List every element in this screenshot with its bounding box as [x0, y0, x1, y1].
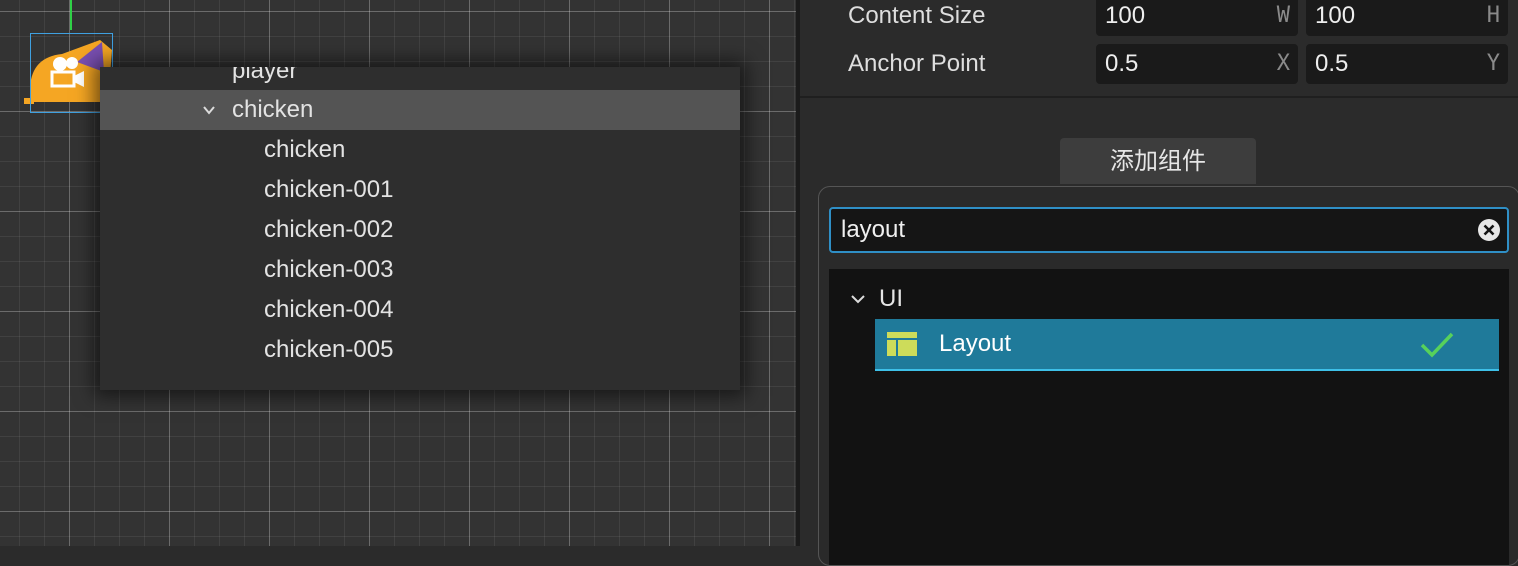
- field-suffix: W: [1276, 3, 1290, 28]
- menu-item-label: chicken-002: [264, 216, 394, 243]
- menu-item-chicken-003[interactable]: chicken-003: [100, 250, 740, 290]
- menu-item-chicken-group[interactable]: chicken: [100, 90, 740, 130]
- anchor-point-y-field[interactable]: 0.5 Y: [1306, 44, 1508, 84]
- field-value: 100: [1105, 2, 1146, 29]
- field-value: 100: [1315, 2, 1356, 29]
- field-suffix: Y: [1486, 51, 1500, 76]
- content-size-width-field[interactable]: 100 W: [1096, 0, 1298, 36]
- component-search-box[interactable]: [829, 207, 1509, 253]
- menu-item-label: chicken-005: [264, 336, 394, 363]
- chevron-down-icon[interactable]: [203, 104, 215, 116]
- anchor-point-label: Anchor Point: [848, 50, 986, 77]
- menu-item-label: chicken-001: [264, 176, 394, 203]
- add-component-button[interactable]: 添加组件: [1060, 138, 1256, 184]
- y-axis-gizmo[interactable]: [70, 0, 72, 30]
- clear-icon[interactable]: [1477, 218, 1501, 242]
- menu-item-chicken-005[interactable]: chicken-005: [100, 330, 740, 370]
- component-item-layout[interactable]: Layout: [875, 319, 1499, 371]
- chevron-down-icon[interactable]: [851, 293, 865, 305]
- layout-icon: [887, 332, 917, 356]
- field-suffix: X: [1276, 51, 1290, 76]
- scene-viewport[interactable]: player chicken chicken chicken-001 chick…: [0, 0, 796, 546]
- add-component-popup: UI Layout: [818, 186, 1518, 566]
- menu-item-chicken-004[interactable]: chicken-004: [100, 290, 740, 330]
- inspector-panel: Content Size 100 W 100 H Anchor Point 0.…: [800, 0, 1518, 566]
- checkmark-icon: [1420, 332, 1454, 358]
- section-divider: [800, 96, 1518, 98]
- menu-item-chicken[interactable]: chicken: [100, 130, 740, 170]
- menu-item-label: chicken: [232, 96, 314, 123]
- menu-item-player[interactable]: player: [100, 67, 740, 91]
- node-dropdown-menu: player chicken chicken chicken-001 chick…: [100, 67, 740, 390]
- menu-item-label: chicken-004: [264, 296, 394, 323]
- content-size-label: Content Size: [848, 2, 986, 29]
- menu-item-label: player: [232, 67, 298, 84]
- menu-item-chicken-001[interactable]: chicken-001: [100, 170, 740, 210]
- content-size-height-field[interactable]: 100 H: [1306, 0, 1508, 36]
- menu-item-label: chicken-003: [264, 256, 394, 283]
- menu-item-chicken-002[interactable]: chicken-002: [100, 210, 740, 250]
- group-label: UI: [879, 285, 903, 312]
- component-item-label: Layout: [939, 330, 1012, 357]
- component-search-input[interactable]: [841, 209, 1461, 251]
- group-ui[interactable]: UI: [829, 279, 1509, 319]
- field-value: 0.5: [1315, 50, 1349, 77]
- component-results-list: UI Layout: [829, 269, 1509, 565]
- field-suffix: H: [1486, 3, 1500, 28]
- anchor-point-x-field[interactable]: 0.5 X: [1096, 44, 1298, 84]
- menu-item-label: chicken: [264, 136, 346, 163]
- field-value: 0.5: [1105, 50, 1139, 77]
